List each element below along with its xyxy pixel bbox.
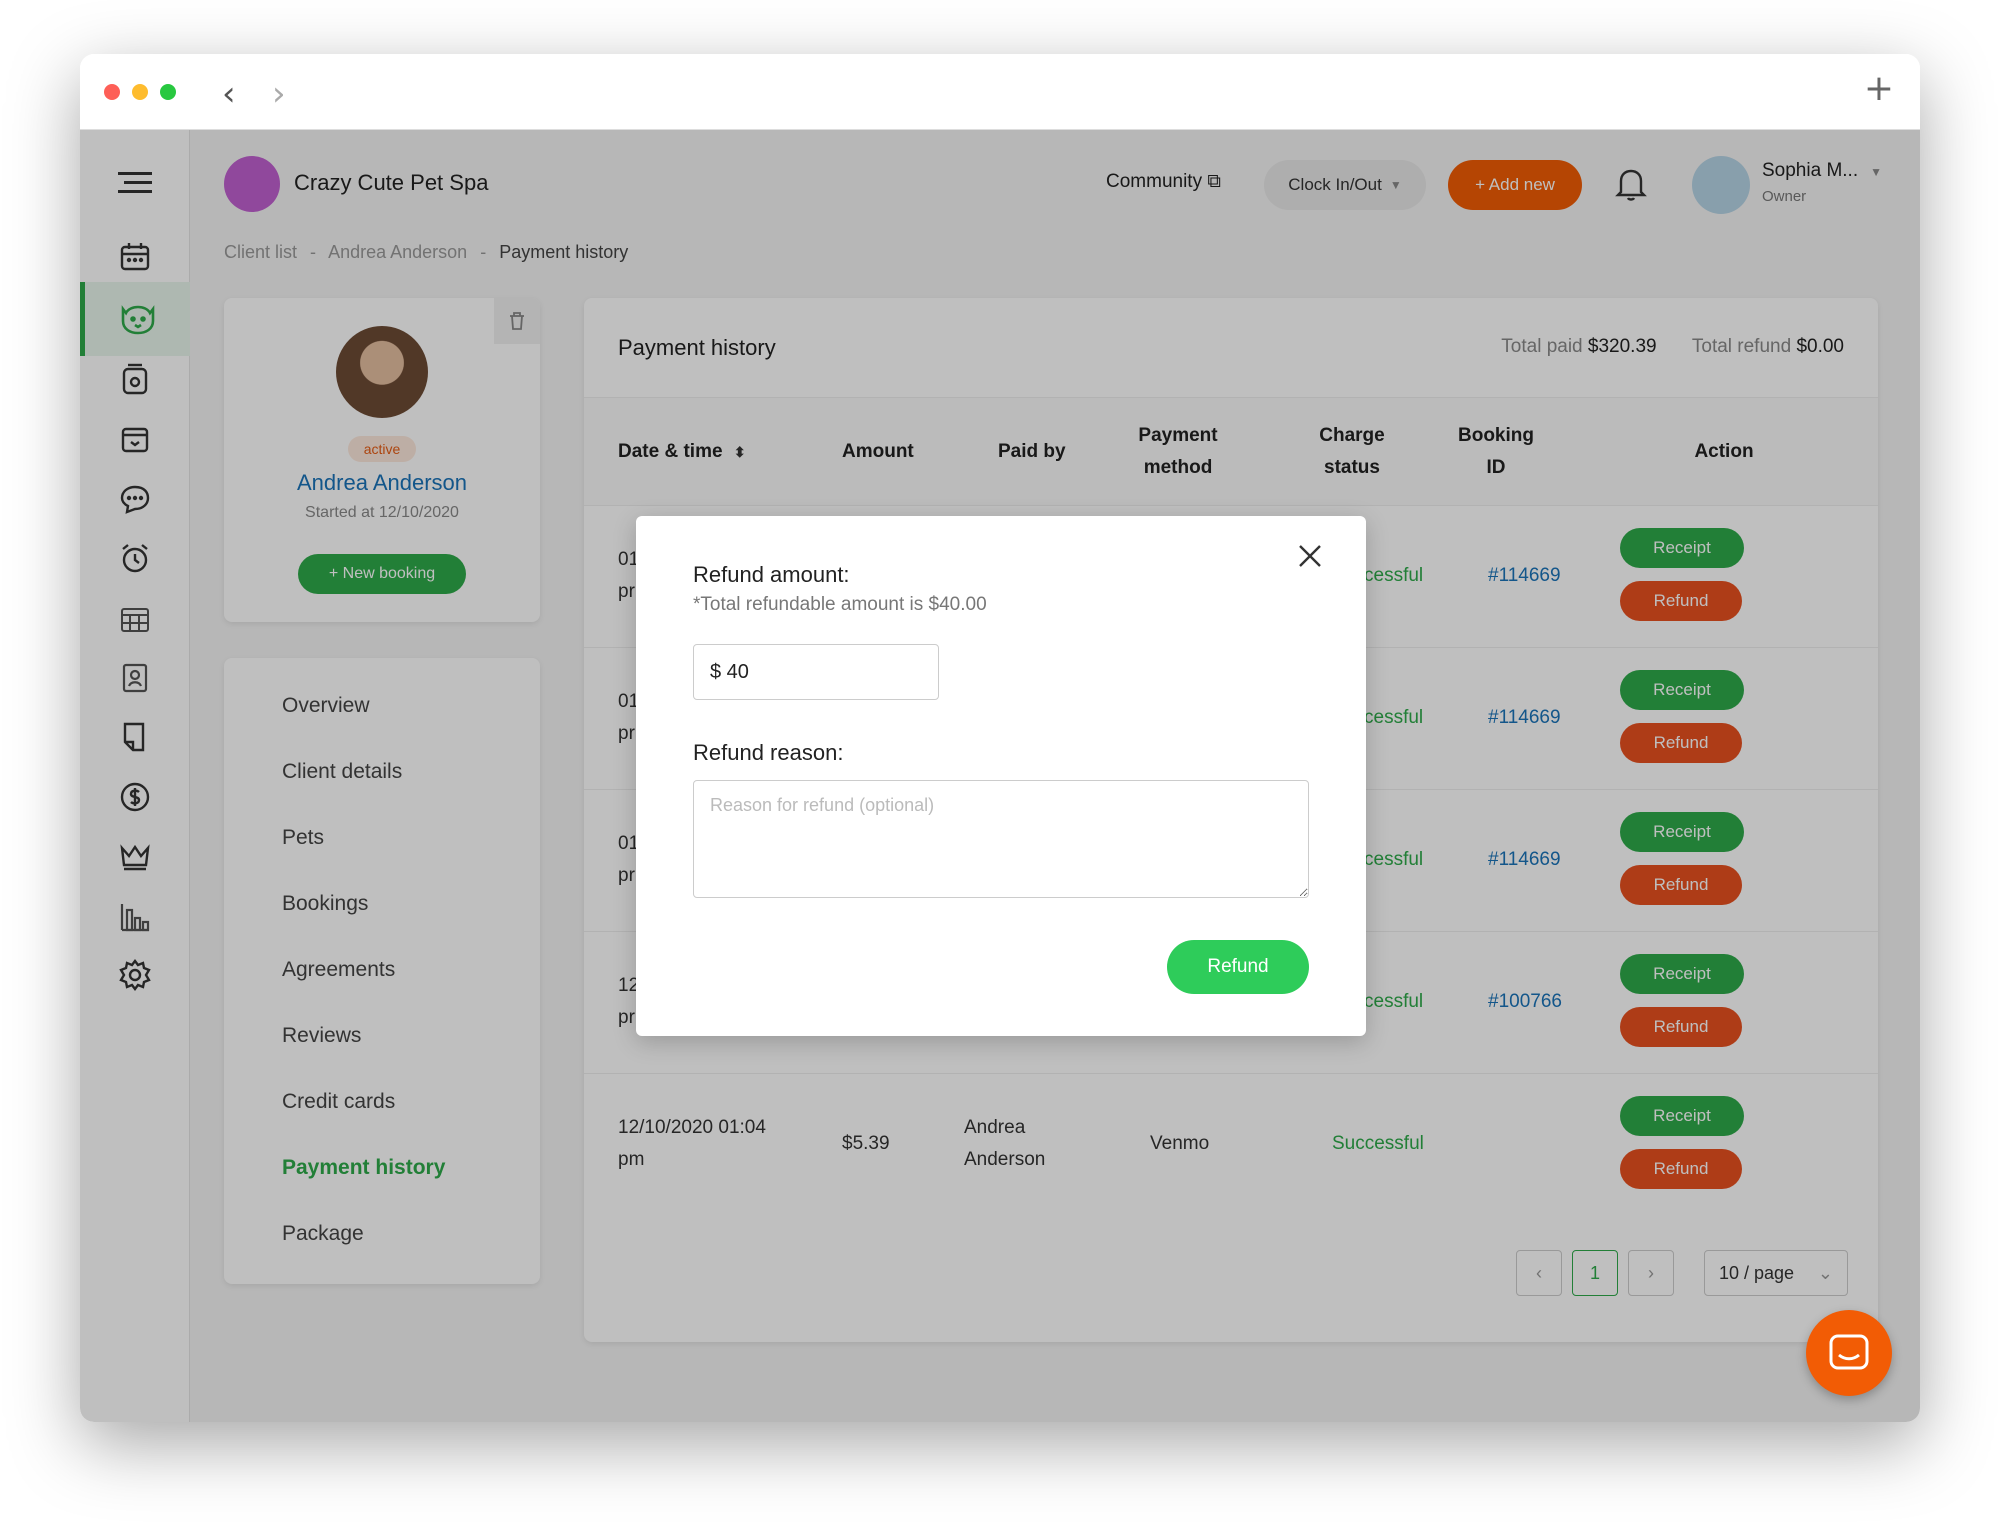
refund-reason-label: Refund reason: <box>693 740 844 765</box>
refund-submit-button[interactable]: Refund <box>1167 940 1309 994</box>
refund-modal: Refund amount: *Total refundable amount … <box>636 516 1366 1036</box>
plus-icon[interactable]: + <box>1864 68 1894 109</box>
chat-bubble-icon <box>1829 1334 1869 1370</box>
maximize-window-button[interactable] <box>160 84 176 100</box>
chevron-right-icon[interactable]: › <box>272 74 286 114</box>
refund-amount-input[interactable]: $ 40 <box>693 644 939 700</box>
minimize-window-button[interactable] <box>132 84 148 100</box>
close-window-button[interactable] <box>104 84 120 100</box>
refund-amount-label: Refund amount: <box>693 562 850 587</box>
close-icon[interactable] <box>1288 534 1332 578</box>
refundable-amount-note: *Total refundable amount is $40.00 <box>693 594 987 615</box>
chevron-left-icon[interactable]: ‹ <box>222 74 236 114</box>
browser-titlebar: ‹ › + <box>80 54 1920 130</box>
refund-reason-textarea[interactable] <box>693 780 1309 898</box>
chat-launcher[interactable] <box>1806 1310 1892 1396</box>
